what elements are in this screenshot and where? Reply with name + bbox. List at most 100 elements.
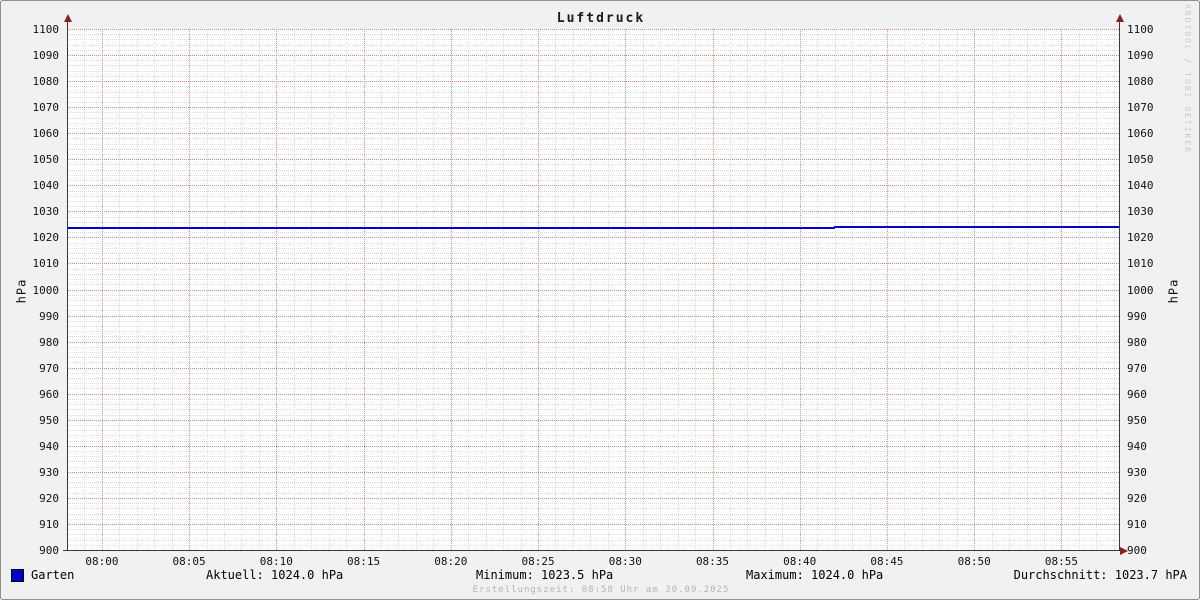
gridline-major-h — [67, 263, 1119, 265]
y-tick-label-left: 1020 — [32, 231, 60, 245]
stat-minimum: Minimum: 1023.5 hPa — [476, 568, 614, 582]
gridline-major-v — [101, 29, 103, 550]
y-tick-label-left: 1040 — [32, 179, 60, 193]
gridline-major-h — [67, 341, 1119, 343]
gridline-major-v — [886, 29, 888, 550]
data-line-segment — [834, 225, 1119, 228]
y-tick-label-right: 970 — [1127, 361, 1147, 375]
gridline-major-v — [450, 29, 452, 550]
x-tick-label: 08:15 — [347, 555, 381, 568]
y-tick-label-left: 1060 — [32, 127, 60, 141]
gridline-major-h — [67, 289, 1119, 291]
x-tick-label: 08:35 — [695, 555, 730, 568]
x-tick-label: 08:45 — [870, 555, 904, 568]
creation-timestamp: Erstellungszeit: 08:58 Uhr am 30.09.2025 — [472, 585, 730, 595]
y-tick-label-right: 1040 — [1127, 179, 1154, 193]
x-tick-label: 08:40 — [783, 555, 817, 568]
y-tick-label-right: 920 — [1127, 491, 1147, 505]
y-tick-label-right: 980 — [1127, 335, 1147, 349]
y-tick-label-right: 1100 — [1127, 23, 1154, 36]
gridline-major-h — [67, 55, 1119, 57]
y-tick-label-left: 970 — [39, 361, 59, 375]
gridline-major-v — [189, 29, 191, 550]
y-tick-label-left: 990 — [39, 309, 59, 323]
y-tick-label-left: 930 — [39, 465, 59, 479]
y-axis-line-right — [1119, 21, 1120, 551]
gridline-major-v — [1061, 29, 1063, 550]
gridline-major-h — [67, 367, 1119, 369]
y-tick-label-right: 1030 — [1127, 205, 1154, 219]
y-tick-label-right: 1090 — [1127, 49, 1154, 63]
y-tick-label-right: 950 — [1127, 413, 1147, 427]
legend-label: Garten — [31, 568, 75, 582]
y-tick-label-right: 900 — [1127, 544, 1147, 557]
gridline-major-h — [67, 133, 1119, 135]
y-tick-label-right: 990 — [1127, 309, 1147, 323]
gridline-major-h — [67, 237, 1119, 239]
data-line-segment — [67, 227, 835, 230]
gridline-major-h — [67, 497, 1119, 499]
plot-area — [67, 29, 1119, 550]
y-tick-label-left: 1030 — [32, 205, 60, 219]
x-axis-arrow-icon — [1120, 547, 1128, 555]
x-tick-label: 08:10 — [259, 555, 293, 568]
x-tick-label: 08:20 — [434, 555, 468, 568]
rrdtool-graph: Luftdruck RRDTOOL / TOBI OETIKER hPa hPa… — [0, 0, 1200, 600]
y-tick-label-left: 980 — [39, 335, 59, 349]
y-tick-label-left: 1000 — [32, 283, 60, 297]
x-axis-line — [63, 550, 1121, 551]
gridline-major-h — [67, 471, 1119, 473]
y-tick-label-right: 1050 — [1127, 153, 1154, 167]
y-tick-label-right: 940 — [1127, 439, 1147, 453]
gridline-major-h — [67, 211, 1119, 213]
stat-durchschnitt: Durchschnitt: 1023.7 hPA — [1013, 568, 1187, 582]
gridline-major-h — [67, 419, 1119, 421]
y-tick-label-left: 1010 — [32, 257, 60, 271]
legend-color-swatch — [11, 569, 24, 582]
gridline-major-v — [974, 29, 976, 550]
gridline-major-h — [67, 315, 1119, 317]
y-tick-label-left: 1070 — [32, 101, 60, 115]
gridline-major-v — [625, 29, 627, 550]
y-tick-label-right: 960 — [1127, 387, 1147, 401]
x-tick-label: 08:00 — [85, 555, 119, 568]
x-tick-label: 08:30 — [608, 555, 642, 568]
y-tick-label-right: 1000 — [1127, 283, 1154, 297]
y-tick-label-left: 910 — [39, 517, 59, 531]
y-tick-label-right: 1070 — [1127, 101, 1154, 115]
gridline-major-h — [67, 523, 1119, 525]
y-tick-label-right: 1080 — [1127, 75, 1154, 89]
y-axis-arrow-right-icon — [1116, 14, 1124, 22]
y-tick-label-right: 1020 — [1127, 231, 1154, 245]
chart-title: Luftdruck — [556, 11, 646, 26]
y-tick-label-left: 900 — [39, 544, 59, 557]
gridline-major-v — [538, 29, 540, 550]
gridline-major-h — [67, 393, 1119, 395]
x-tick-label: 08:55 — [1044, 555, 1078, 568]
x-tick-label: 08:25 — [521, 555, 555, 568]
gridline-major-v — [276, 29, 278, 550]
gridline-major-h — [67, 29, 1119, 30]
stat-maximum: Maximum: 1024.0 hPa — [746, 568, 884, 582]
stat-aktuell: Aktuell: 1024.0 hPa — [206, 568, 344, 582]
gridline-major-h — [67, 81, 1119, 83]
y-tick-label-left: 1050 — [32, 153, 60, 167]
y-tick-label-right: 1060 — [1127, 127, 1154, 141]
gridline-major-h — [67, 159, 1119, 161]
gridline-major-v — [799, 29, 801, 550]
y-tick-label-left: 940 — [39, 439, 59, 453]
x-tick-label: 08:50 — [957, 555, 991, 568]
y-tick-label-left: 1080 — [32, 75, 60, 89]
gridline-major-h — [67, 445, 1119, 447]
y-tick-label-right: 910 — [1127, 517, 1147, 531]
y-tick-label-left: 950 — [39, 413, 59, 427]
y-tick-label-left: 1100 — [32, 23, 60, 36]
legend-and-stats-row: Garten Aktuell: 1024.0 hPa Minimum: 1023… — [1, 568, 1199, 584]
y-tick-label-right: 1010 — [1127, 257, 1154, 271]
gridline-major-v — [712, 29, 714, 550]
gridline-major-h — [67, 107, 1119, 109]
gridline-major-h — [67, 185, 1119, 187]
gridline-major-v — [363, 29, 365, 550]
y-tick-label-left: 1090 — [32, 49, 60, 63]
y-tick-label-left: 920 — [39, 491, 59, 505]
